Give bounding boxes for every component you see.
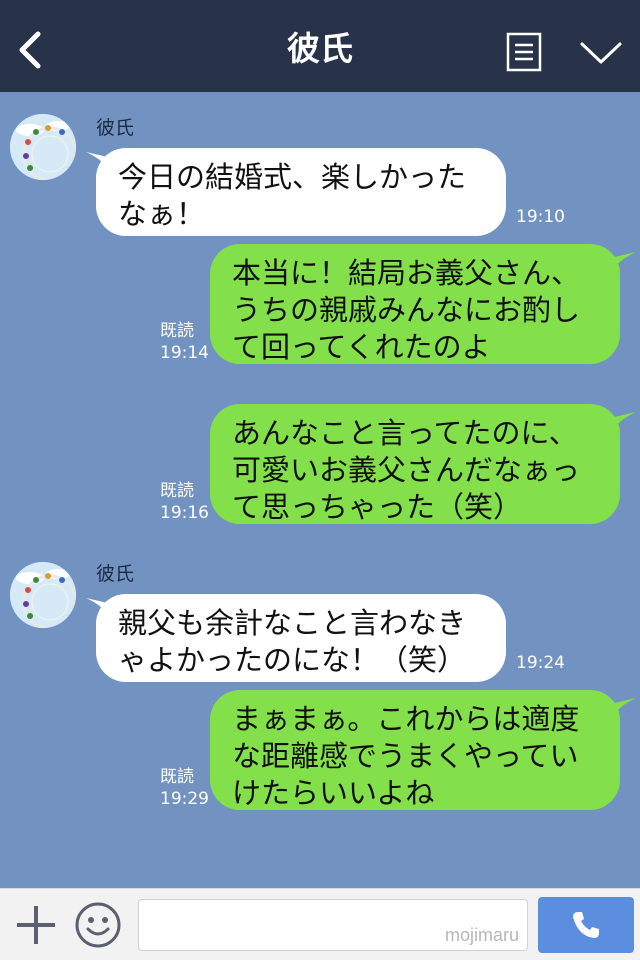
menu-icon[interactable] xyxy=(506,32,542,72)
smile-icon[interactable] xyxy=(74,901,122,949)
sender-name: 彼氏 xyxy=(96,563,135,585)
bubble-tail xyxy=(610,412,636,434)
bubble-tail xyxy=(610,698,636,720)
message-input[interactable]: mojimaru xyxy=(138,899,528,951)
message-time: 19:24 xyxy=(516,653,565,673)
read-receipt: 既読 xyxy=(160,767,194,787)
outgoing-message-bubble[interactable]: あんなこと言ってたのに、可愛いお義父さんだなぁって思っちゃった（笑） xyxy=(210,404,620,524)
watermark: mojimaru xyxy=(444,925,519,945)
chat-header: 彼氏 xyxy=(0,0,640,92)
ferris-wheel-avatar-image xyxy=(10,562,76,628)
chat-title: 彼氏 xyxy=(287,29,353,68)
read-receipt: 既読 xyxy=(160,481,194,501)
chevron-down-icon[interactable] xyxy=(578,38,624,68)
avatar[interactable] xyxy=(10,562,76,628)
read-receipt: 既読 xyxy=(160,321,194,341)
message-meta: 既読 19:16 xyxy=(160,480,209,524)
outgoing-message-bubble[interactable]: 本当に！結局お義父さん、うちの親戚みんなにお酌して回ってくれたのよ xyxy=(210,244,620,364)
message-time: 19:10 xyxy=(516,207,565,227)
message-time: 19:16 xyxy=(160,503,209,523)
sender-name: 彼氏 xyxy=(96,117,135,139)
message-meta: 既読 19:14 xyxy=(160,320,209,364)
incoming-message-bubble[interactable]: 親父も余計なこと言わなきゃよかったのにな！（笑） xyxy=(96,594,506,682)
plus-icon[interactable] xyxy=(14,903,58,947)
outgoing-message-bubble[interactable]: まぁまぁ。これからは適度な距離感でうまくやっていけたらいいよね xyxy=(210,690,620,810)
input-bar: mojimaru xyxy=(0,888,640,960)
message-list[interactable]: 彼氏 今日の結婚式、楽しかったなぁ！ 19:10 既読 19:14 本当に！結局… xyxy=(0,92,640,888)
message-meta: 既読 19:29 xyxy=(160,766,209,810)
message-time: 19:14 xyxy=(160,343,209,363)
avatar[interactable] xyxy=(10,114,76,180)
message-time: 19:29 xyxy=(160,789,209,809)
incoming-message-bubble[interactable]: 今日の結婚式、楽しかったなぁ！ xyxy=(96,148,506,236)
phone-icon xyxy=(573,912,599,938)
bubble-tail xyxy=(610,252,636,274)
ferris-wheel-avatar-image xyxy=(10,114,76,180)
call-button[interactable] xyxy=(538,897,634,953)
